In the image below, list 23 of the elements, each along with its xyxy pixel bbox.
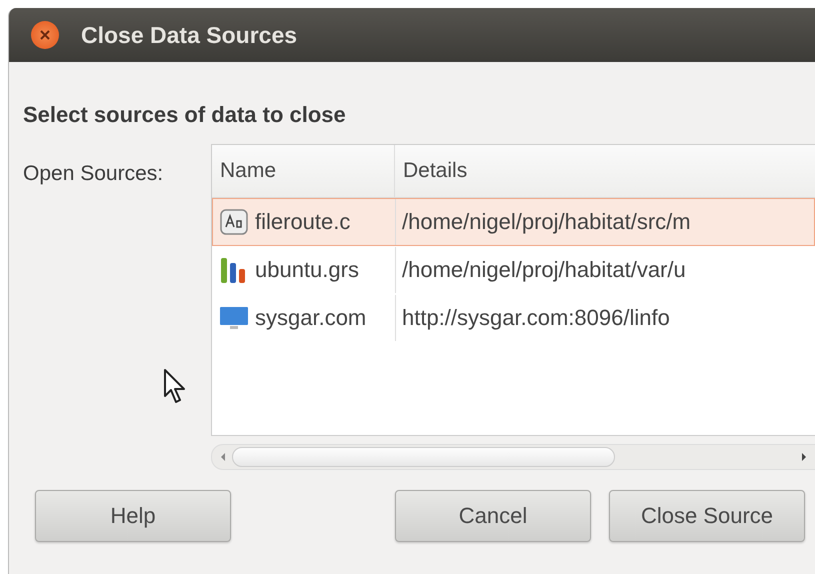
dialog-button[interactable]: Help: [35, 490, 231, 542]
right-arrow-icon: [799, 451, 809, 463]
dialog-button[interactable]: Cancel: [395, 490, 591, 542]
source-name: ubuntu.grs: [255, 257, 359, 283]
window-title: Close Data Sources: [81, 22, 298, 48]
horizontal-scrollbar[interactable]: [211, 444, 815, 470]
column-header[interactable]: Details: [395, 145, 815, 197]
close-icon: [38, 28, 52, 42]
source-name: sysgar.com: [255, 305, 366, 331]
table-row[interactable]: ubuntu.grs /home/nigel/proj/habitat/var/u: [212, 246, 815, 294]
column-header[interactable]: Name: [212, 145, 395, 197]
source-details: http://sysgar.com:8096/linfo: [402, 305, 670, 331]
close-button[interactable]: [31, 21, 59, 49]
table-row[interactable]: sysgar.com http://sysgar.com:8096/linfo: [212, 294, 815, 342]
source-details: /home/nigel/proj/habitat/var/u: [402, 257, 686, 283]
source-name: fileroute.c: [255, 209, 350, 235]
font-file-icon: [219, 207, 249, 237]
source-details: /home/nigel/proj/habitat/src/m: [402, 209, 691, 235]
dialog-heading: Select sources of data to close: [23, 102, 347, 129]
table-row[interactable]: fileroute.c /home/nigel/proj/habitat/src/m: [212, 198, 815, 246]
sources-label: Open Sources:: [23, 162, 164, 186]
scroll-thumb[interactable]: [232, 447, 615, 467]
dialog-button[interactable]: Close Source: [609, 490, 805, 542]
